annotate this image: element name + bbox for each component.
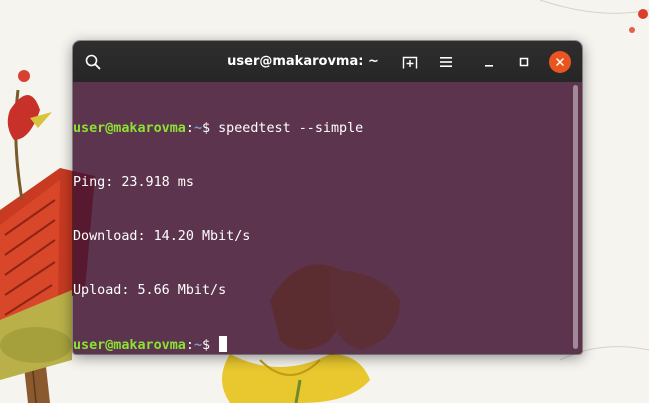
menu-button[interactable] — [433, 49, 459, 75]
prompt-separator: : — [185, 121, 194, 136]
close-icon — [556, 58, 564, 66]
vertical-scrollbar[interactable] — [573, 85, 578, 349]
terminal-output-area[interactable]: user@makarovma:~$ speedtest --simple Pin… — [73, 82, 582, 354]
search-icon — [85, 54, 101, 70]
prompt-user: user@makarovma — [73, 338, 186, 353]
minimize-icon — [485, 65, 493, 67]
command-text: speedtest --simple — [218, 121, 364, 136]
close-button-circle[interactable] — [549, 51, 571, 73]
maximize-button[interactable] — [511, 49, 537, 75]
prompt-path: ~ — [193, 121, 202, 136]
terminal-text: user@makarovma:~$ speedtest --simple Pin… — [73, 84, 363, 354]
maximize-icon — [519, 57, 529, 67]
terminal-line-prompt: user@makarovma:~$ — [73, 336, 363, 354]
title-bar[interactable]: user@makarovma: ~ — [73, 41, 582, 82]
terminal-line-download: Download: 14.20 Mbit/s — [73, 229, 251, 244]
text-cursor — [219, 336, 228, 352]
new-tab-icon — [402, 56, 418, 69]
terminal-line-ping: Ping: 23.918 ms — [73, 175, 194, 190]
terminal-line-upload: Upload: 5.66 Mbit/s — [73, 283, 227, 298]
prompt-path: ~ — [193, 338, 202, 353]
terminal-window: user@makarovma: ~ user@makarovma:~$ spee… — [73, 41, 582, 354]
prompt-user: user@makarovma — [73, 121, 186, 136]
hamburger-menu-icon — [440, 57, 452, 67]
prompt-symbol: $ — [202, 338, 219, 353]
search-button[interactable] — [80, 49, 106, 75]
prompt-symbol: $ — [202, 121, 219, 136]
prompt-separator: : — [185, 338, 194, 353]
new-tab-button[interactable] — [397, 49, 423, 75]
minimize-button[interactable] — [476, 49, 502, 75]
close-button[interactable] — [547, 49, 573, 75]
terminal-line-command: user@makarovma:~$ speedtest --simple — [73, 120, 363, 138]
